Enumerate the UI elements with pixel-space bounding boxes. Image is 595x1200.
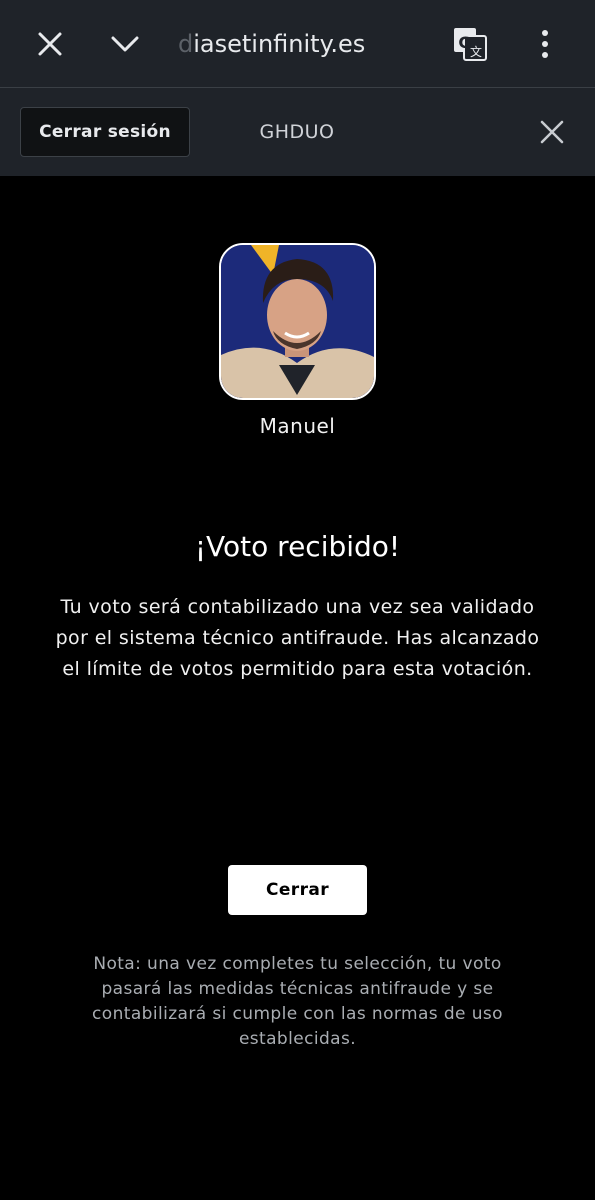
user-code: GHDUO	[259, 121, 335, 143]
confirmation-message: Tu voto será contabilizado una vez sea v…	[55, 596, 540, 680]
logout-button[interactable]: Cerrar sesión	[20, 107, 190, 157]
url-text: iasetinfinity.es	[193, 30, 366, 58]
candidate-photo	[219, 243, 376, 400]
close-icon[interactable]	[528, 108, 576, 156]
close-tab-icon[interactable]	[26, 20, 74, 68]
url-faded-prefix: d	[178, 30, 194, 58]
candidate-name: Manuel	[259, 414, 336, 438]
browser-toolbar: diasetinfinity.es G 文	[0, 0, 595, 88]
svg-text:文: 文	[470, 44, 482, 59]
close-button[interactable]: Cerrar	[228, 865, 367, 915]
note-text: Nota: una vez completes tu selección, tu…	[92, 954, 503, 1049]
more-vert-icon[interactable]	[521, 20, 569, 68]
chevron-down-icon[interactable]	[101, 20, 149, 68]
translate-icon[interactable]: G 文	[446, 20, 494, 68]
url-bar[interactable]: diasetinfinity.es	[178, 22, 365, 66]
page-title: ¡Voto recibido!	[194, 530, 401, 563]
